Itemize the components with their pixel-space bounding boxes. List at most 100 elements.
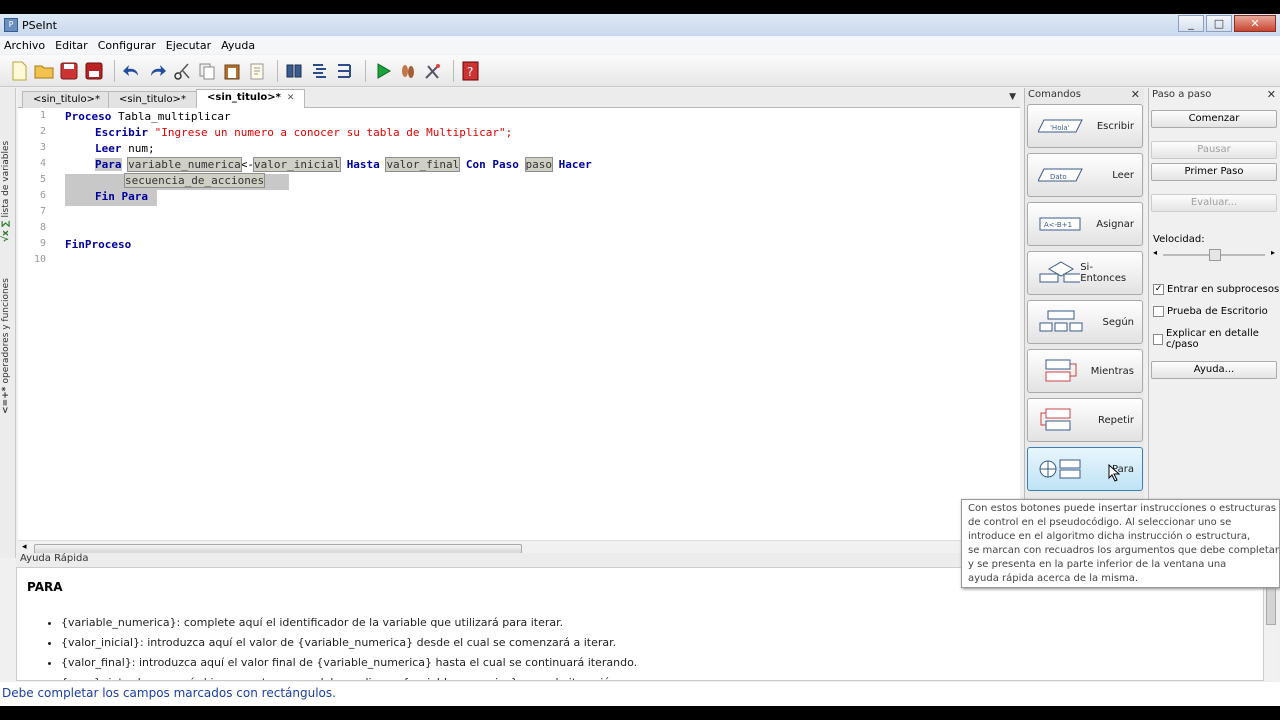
help-item: {paso}: introduzca aquí el incremente qu… [61,673,637,680]
code-line: secuencia_de_acciones [123,173,266,188]
svg-text:Dato: Dato [1050,173,1067,181]
close-tab-icon[interactable]: ✕ [287,93,295,103]
paste-icon[interactable] [221,60,243,82]
slider-right-icon[interactable]: ▸ [1271,248,1275,257]
tab-sin-titulo-1[interactable]: <sin_titulo>* [22,91,111,108]
slider-left-icon[interactable]: ◂ [1153,248,1157,257]
operators-tab[interactable]: <=+* operadores y funciones [1,254,11,414]
line-number: 5 [39,174,46,185]
leer-icon: Dato [1038,168,1083,182]
pausar-button[interactable]: Pausar [1151,141,1277,159]
prueba-escritorio-checkbox[interactable]: Prueba de Escritorio [1153,306,1268,317]
segun-icon [1039,310,1083,332]
repetir-button[interactable]: Repetir [1027,398,1143,442]
velocidad-label: Velocidad: [1153,234,1205,245]
line-number: 3 [39,142,46,153]
copy-icon[interactable] [196,60,218,82]
leer-button[interactable]: Dato Leer [1027,153,1143,197]
mouse-cursor-icon [1108,464,1121,482]
variables-tab[interactable]: √x ∑ lista de variables [1,92,11,242]
maximize-button[interactable]: □ [1206,15,1232,32]
mientras-button[interactable]: Mientras [1027,349,1143,393]
help-item: {valor_final}: introduzca aquí el valor … [61,653,637,673]
placeholder-valor-final[interactable]: valor_final [385,157,461,172]
flowchart-icon[interactable] [334,60,356,82]
placeholder-valor-inicial[interactable]: valor_inicial [252,157,342,172]
menu-ayuda[interactable]: Ayuda [217,39,261,52]
help-icon[interactable]: ? [460,60,482,82]
code-line: Proceso Tabla_multiplicar [65,110,231,123]
scrollbar-thumb[interactable] [1266,585,1276,625]
paso-a-paso-header: Paso a paso ✕ [1152,88,1276,102]
svg-text:A<-B+1: A<-B+1 [1044,221,1072,229]
tab-sin-titulo-3[interactable]: <sin_titulo>* ✕ [196,89,306,109]
save-as-icon[interactable] [83,60,105,82]
run-icon[interactable] [372,60,394,82]
placeholder-variable-numerica[interactable]: variable_numerica [127,157,242,172]
menu-editar[interactable]: Editar [51,39,94,52]
scroll-left-icon[interactable]: ◂ [22,542,27,552]
evaluar-button[interactable]: Evaluar... [1151,194,1277,212]
primer-paso-button[interactable]: Primer Paso [1151,163,1277,181]
entrar-subprocesos-checkbox[interactable]: ✓ Entrar en subprocesos [1153,284,1279,295]
toolbar: ? [0,55,1280,87]
line-number: 7 [39,206,46,217]
code-line: Para variable_numerica<-valor_inicial Ha… [95,157,592,172]
asignar-button[interactable]: A<-B+1 Asignar [1027,202,1143,246]
repetir-icon [1040,408,1071,431]
line-number: 6 [39,190,46,201]
line-number: 4 [39,158,46,169]
operators-tab-icon: <=+* [1,383,11,414]
code-line: FinProceso [65,238,132,251]
menu-archivo[interactable]: Archivo [0,39,51,52]
close-panel-icon[interactable]: ✕ [1131,88,1140,102]
search-icon[interactable] [284,60,306,82]
placeholder-paso[interactable]: paso [524,157,554,172]
close-panel-icon[interactable]: ✕ [1267,88,1276,102]
segun-button[interactable]: Según [1027,300,1143,344]
code-line: Fin Para [95,190,148,203]
escribir-button[interactable]: 'Hola' Escribir [1027,104,1143,148]
new-file-icon[interactable] [8,60,30,82]
cut-icon[interactable] [171,60,193,82]
si-entonces-button[interactable]: Si-Entonces [1027,251,1143,295]
save-icon[interactable] [58,60,80,82]
code-line: Escribir "Ingrese un numero a conocer su… [95,126,513,139]
placeholder-secuencia-de-acciones[interactable]: secuencia_de_acciones [123,173,266,188]
tab-sin-titulo-2[interactable]: <sin_titulo>* [108,91,197,108]
line-number: 10 [33,254,46,265]
svg-text:?: ? [467,65,473,79]
ayuda-button[interactable]: Ayuda... [1151,361,1277,379]
close-button[interactable]: ✕ [1234,15,1276,32]
tab-list-dropdown-icon[interactable]: ▼ [1009,92,1016,102]
status-bar: Debe completar los campos marcados con r… [0,682,1280,706]
si-entonces-icon [1039,261,1081,283]
edit-icon[interactable] [246,60,268,82]
undo-icon[interactable] [121,60,143,82]
code-editor[interactable]: 1 Proceso Tabla_multiplicar 2 Escribir "… [18,108,1020,540]
comandos-header: Comandos ✕ [1028,88,1140,102]
svg-text:'Hola': 'Hola' [1050,124,1070,132]
velocidad-slider[interactable]: ◂ ▸ [1153,248,1275,262]
step-icon[interactable] [397,60,419,82]
variables-tab-icon: √x ∑ [1,217,11,242]
debug-icon[interactable] [422,60,444,82]
menu-configurar[interactable]: Configurar [94,39,162,52]
explicar-detalle-checkbox[interactable]: Explicar en detalle c/paso [1153,328,1280,350]
open-folder-icon[interactable] [33,60,55,82]
minimize-button[interactable]: _ [1178,15,1204,32]
title-bar: P PSeInt _ □ ✕ [0,14,1280,36]
mientras-icon [1045,359,1077,382]
left-side-tabs: √x ∑ lista de variables <=+* operadores … [0,88,16,558]
checkbox-checked-icon: ✓ [1153,284,1164,295]
slider-thumb[interactable] [1209,249,1221,261]
comandos-panel: Comandos ✕ 'Hola' Escribir Dato Leer A<-B+1… [1024,88,1144,554]
escribir-icon: 'Hola' [1038,119,1083,133]
para-button[interactable]: Para [1027,447,1143,491]
line-number: 8 [39,222,46,233]
comenzar-button[interactable]: Comenzar [1151,110,1277,128]
redo-icon[interactable] [146,60,168,82]
ayuda-rapida-header: Ayuda Rápida [16,553,964,567]
indent-icon[interactable] [309,60,331,82]
menu-ejecutar[interactable]: Ejecutar [162,39,217,52]
